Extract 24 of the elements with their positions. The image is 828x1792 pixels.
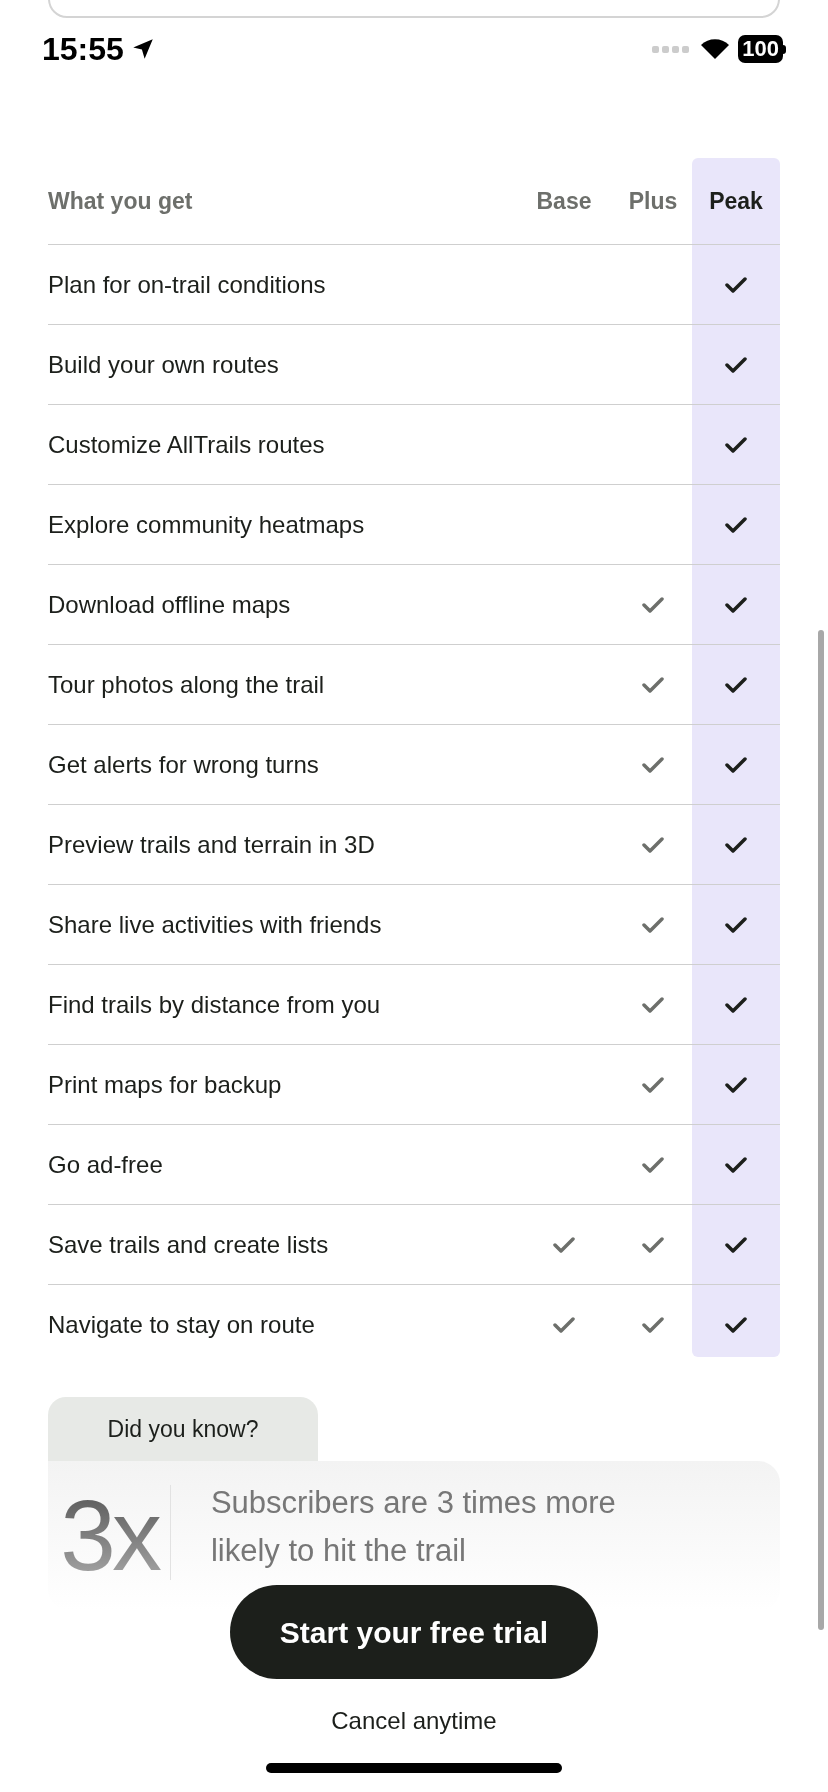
- plan-header[interactable]: Peak: [692, 183, 780, 219]
- feature-label: Customize AllTrails routes: [48, 429, 326, 460]
- feature-label: Save trails and create lists: [48, 1229, 330, 1260]
- feature-label: Print maps for backup: [48, 1069, 283, 1100]
- feature-label: Plan for on-trail conditions: [48, 269, 327, 300]
- feature-label: Find trails by distance from you: [48, 989, 382, 1020]
- feature-label: Build your own routes: [48, 349, 280, 380]
- feature-label: Download offline maps: [48, 589, 292, 620]
- feature-label: Tour photos along the trail: [48, 669, 326, 700]
- feature-label: Preview trails and terrain in 3D: [48, 829, 376, 860]
- feature-label: Navigate to stay on route: [48, 1310, 316, 1340]
- feature-label: Explore community heatmaps: [48, 509, 366, 540]
- wifi-icon: [700, 37, 731, 61]
- feature-label: Go ad-free: [48, 1149, 164, 1180]
- column-header: What you get: [48, 186, 194, 216]
- feature-label: Share live activities with friends: [48, 909, 383, 940]
- status-time: 15:55: [42, 30, 124, 69]
- feature-label: Get alerts for wrong turns: [48, 749, 320, 780]
- cancel-note: Cancel anytime: [331, 1706, 497, 1736]
- plan-header[interactable]: Plus: [614, 183, 692, 219]
- start-trial-button[interactable]: Start your free trial: [230, 1585, 598, 1679]
- plan-header[interactable]: Base: [514, 183, 614, 219]
- stat-description: Subscribers are 3 times more likely to hit the trail: [209, 1484, 617, 1570]
- battery-icon: 100: [738, 35, 783, 63]
